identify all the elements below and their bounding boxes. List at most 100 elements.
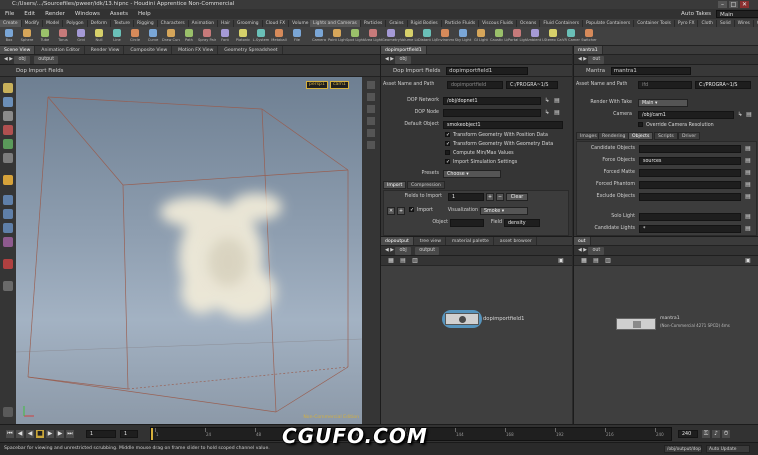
shelf-tool[interactable]: Stereo Camera: [544, 27, 562, 45]
menu-file[interactable]: File: [5, 11, 14, 17]
tab-material-palette[interactable]: material palette: [448, 237, 494, 245]
subtab-compression[interactable]: Compression: [407, 181, 445, 189]
shelf-tab[interactable]: Populate Containers: [583, 20, 635, 27]
lighting-icon[interactable]: [367, 117, 375, 125]
shelf-tool[interactable]: Torus: [54, 27, 72, 45]
status-path[interactable]: /obj/output/dopimport: [664, 445, 702, 453]
solo-light-field[interactable]: [639, 213, 741, 221]
shelf-tool[interactable]: Box: [0, 27, 18, 45]
shelf-tool[interactable]: Draw Curve: [162, 27, 180, 45]
snap-prim-icon[interactable]: [3, 209, 13, 219]
transform-geometry-checkbox[interactable]: ✓ Transform Geometry With Geometry Data: [445, 141, 553, 149]
network-canvas-left[interactable]: dopimportfield1: [381, 266, 572, 424]
tab-out[interactable]: out: [574, 237, 591, 245]
tab-mantra[interactable]: mantra1: [574, 46, 603, 54]
snap-grid-icon[interactable]: [3, 195, 13, 205]
node-chooser-icon[interactable]: ▤: [745, 111, 753, 119]
layout-icon[interactable]: ▤: [399, 257, 407, 265]
node-chooser-icon[interactable]: ▤: [553, 109, 561, 117]
tab-scene-view[interactable]: Scene View: [0, 46, 36, 54]
net-path-out[interactable]: out: [588, 247, 605, 255]
shelf-tool[interactable]: Geometry Light: [382, 27, 400, 45]
shelf-tab[interactable]: Polygon: [63, 20, 88, 27]
override-resolution-checkbox[interactable]: Override Camera Resolution: [638, 122, 714, 130]
frame-step-field[interactable]: 1: [120, 430, 138, 438]
wireframe-icon[interactable]: [367, 105, 375, 113]
magnet-icon[interactable]: [3, 259, 13, 269]
add-field-button[interactable]: +: [486, 193, 494, 201]
handle-tool-icon[interactable]: [3, 139, 13, 149]
shelf-tab[interactable]: Cloth: [698, 20, 717, 27]
network-options-icon[interactable]: ▣: [557, 257, 565, 265]
end-frame-field[interactable]: 240: [678, 430, 698, 438]
shelf-tab[interactable]: Grains: [386, 20, 408, 27]
rotate-tool-icon[interactable]: [3, 111, 13, 121]
shelf-tool[interactable]: Grid: [72, 27, 90, 45]
jump-arrow-icon[interactable]: ↳: [543, 109, 551, 117]
shelf-tool[interactable]: GI Light: [472, 27, 490, 45]
shelf-tab[interactable]: Deform: [88, 20, 111, 27]
shelf-tab[interactable]: Create: [0, 20, 22, 27]
shelf-tool[interactable]: Platonic: [234, 27, 252, 45]
tab-geometry-spreadsheet[interactable]: Geometry Spreadsheet: [220, 46, 283, 54]
desktop-select[interactable]: Main: [716, 10, 758, 18]
clear-button[interactable]: Clear: [506, 193, 528, 201]
last-frame-icon[interactable]: ⏭: [66, 430, 74, 438]
tab-animation-editor[interactable]: Animation Editor: [37, 46, 85, 54]
list-icon[interactable]: ▦: [387, 257, 395, 265]
shelf-tab[interactable]: Texture: [111, 20, 135, 27]
object-chooser-icon[interactable]: ▤: [744, 157, 752, 165]
network-canvas-right[interactable]: mantra1 (Non-Commercial 4271 SPCD) 4ms: [574, 266, 758, 424]
shelf-tool[interactable]: VR Camera: [562, 27, 580, 45]
menu-windows[interactable]: Windows: [75, 11, 100, 17]
candidate-objects-field[interactable]: [639, 145, 741, 153]
object-chooser-icon[interactable]: ▤: [744, 169, 752, 177]
shelf-tool[interactable]: Ambient Light: [526, 27, 544, 45]
minimize-button[interactable]: –: [718, 1, 727, 8]
shelf-tool[interactable]: File: [288, 27, 306, 45]
mantra-name-field[interactable]: mantra1: [610, 66, 691, 75]
nav-arrows-icon[interactable]: ◀ ▶: [578, 248, 588, 253]
path-chip-obj[interactable]: obj: [14, 56, 30, 64]
tab-composite-view[interactable]: Composite View: [126, 46, 173, 54]
tab-asset-browser[interactable]: asset browser: [496, 237, 537, 245]
play-icon[interactable]: ▶: [46, 430, 54, 438]
prev-key-icon[interactable]: ◀: [16, 430, 24, 438]
shelf-tool[interactable]: Metaball: [270, 27, 288, 45]
shelf-tool[interactable]: Null: [90, 27, 108, 45]
shelf-tab[interactable]: Crowds: [754, 20, 758, 27]
tab-tree-view[interactable]: tree view: [416, 237, 446, 245]
shelf-tool[interactable]: Circle: [126, 27, 144, 45]
current-frame-field[interactable]: 1: [86, 430, 116, 438]
object-field[interactable]: [450, 219, 484, 227]
tab-render-view[interactable]: Render View: [87, 46, 125, 54]
realtime-icon[interactable]: ⏱: [722, 430, 730, 438]
select-tool-icon[interactable]: [3, 83, 13, 93]
grid-icon[interactable]: ▥: [604, 257, 612, 265]
add-entry-button[interactable]: +: [397, 207, 405, 215]
net-path-obj[interactable]: obj: [395, 247, 411, 255]
snap-point-icon[interactable]: [3, 223, 13, 233]
settings-icon[interactable]: [3, 407, 13, 417]
dop-network-field[interactable]: /obj/dopnet1: [443, 97, 541, 105]
shelf-tool[interactable]: Spray Paint: [198, 27, 216, 45]
shelf-tool[interactable]: Point Light: [328, 27, 346, 45]
shelf-tab[interactable]: Volume: [289, 20, 310, 27]
node-name-field[interactable]: dopimportfield1: [446, 66, 529, 75]
shelf-tab[interactable]: Fluid Containers: [540, 20, 583, 27]
shelf-tab[interactable]: Wires: [735, 20, 754, 27]
node-chooser-icon[interactable]: ▤: [553, 97, 561, 105]
menu-assets[interactable]: Assets: [110, 11, 128, 17]
mantra-node[interactable]: [616, 318, 656, 330]
pose-tool-icon[interactable]: [3, 153, 13, 163]
asset-name-field[interactable]: dopimportfield: [447, 81, 503, 89]
tab-dopimportfield[interactable]: dopimportfield1: [381, 46, 427, 54]
object-chooser-icon[interactable]: ▤: [744, 193, 752, 201]
shading-icon[interactable]: [367, 93, 375, 101]
default-object-field[interactable]: smokeobject1: [443, 121, 563, 129]
viewport-canvas[interactable]: persp1 cam1 Non-Commercial Edition: [16, 77, 362, 424]
move-tool-icon[interactable]: [3, 97, 13, 107]
subtab-scripts[interactable]: Scripts: [654, 132, 678, 140]
snap-multi-icon[interactable]: [3, 237, 13, 247]
shelf-tab[interactable]: Model: [43, 20, 64, 27]
